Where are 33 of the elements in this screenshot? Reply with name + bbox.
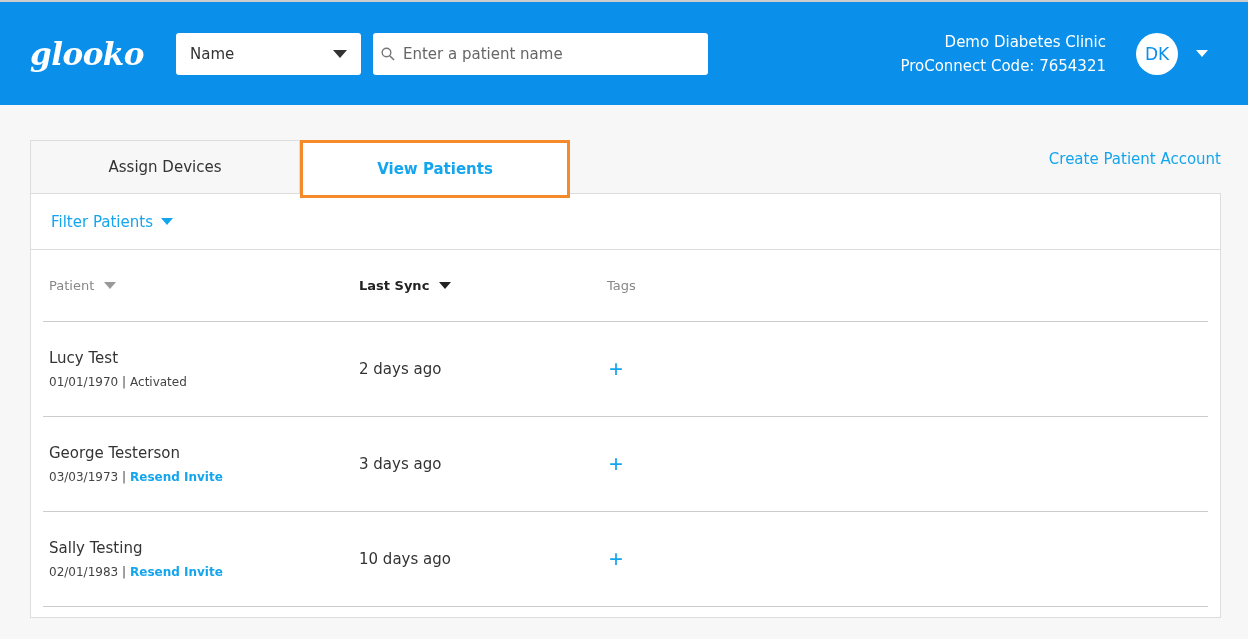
sort-icon (439, 282, 452, 289)
search-by-dropdown[interactable]: Name (175, 32, 361, 75)
patient-name[interactable]: Lucy Test (49, 349, 359, 367)
add-tag-button[interactable]: + (609, 452, 623, 476)
search-field[interactable]: Enter a patient name (372, 32, 708, 75)
last-sync: 10 days ago (359, 550, 452, 568)
last-sync: 3 days ago (359, 455, 443, 473)
add-tag-button[interactable]: + (609, 547, 623, 571)
sort-icon (104, 282, 117, 289)
column-header: Tags (607, 278, 636, 293)
search-icon (380, 46, 395, 61)
resend-invite-link[interactable]: Resend Invite (130, 565, 223, 579)
birth-date: 03/03/1973 | (49, 470, 127, 484)
account-status: Activated (130, 375, 187, 389)
birth-date: 01/01/1970 | (49, 375, 127, 389)
user-avatar[interactable]: DK (1136, 32, 1178, 75)
tab[interactable]: View Patients (300, 140, 570, 198)
proconnect-code: ProConnect Code: 7654321 (900, 56, 1106, 75)
column-header[interactable]: Patient (49, 278, 359, 293)
caret-icon[interactable] (1196, 50, 1208, 57)
last-sync: 2 days ago (359, 360, 443, 378)
logo[interactable]: glooko (30, 35, 144, 72)
create-patient-account-link[interactable]: Create Patient Account (1048, 150, 1221, 168)
resend-invite-link[interactable]: Resend Invite (130, 470, 223, 484)
add-tag-button[interactable]: + (609, 357, 623, 381)
birth-date: 02/01/1983 | (49, 565, 127, 579)
filter-patients-button[interactable]: Filter Patients (51, 212, 173, 231)
patient-name[interactable]: George Testerson (49, 444, 359, 462)
clinic-name: Demo Diabetes Clinic (944, 32, 1106, 51)
patient-name[interactable]: Sally Testing (49, 539, 359, 557)
caret-icon (160, 218, 173, 225)
tab[interactable]: Assign Devices (30, 140, 300, 193)
caret-icon (332, 49, 347, 58)
